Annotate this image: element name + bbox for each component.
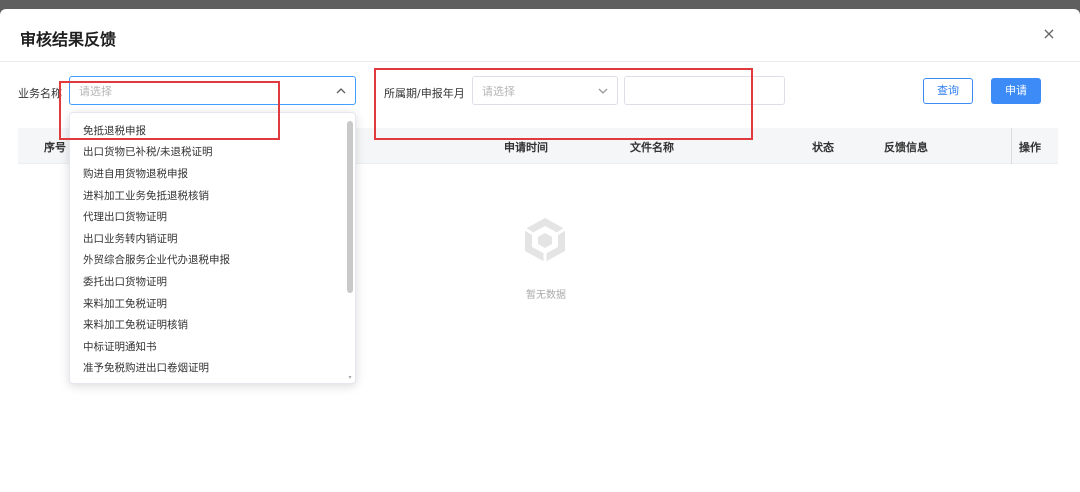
apply-button[interactable]: 申请 [991,78,1041,104]
audit-feedback-dialog: 审核结果反馈 × 业务名称 请选择 所属期/申报年月 请选择 查询 申请 序号 … [0,9,1080,492]
dialog-title: 审核结果反馈 [20,30,117,49]
column-header-apply-time: 申请时间 [504,141,548,154]
dropdown-option[interactable]: 出口业务转内销证明 [83,231,178,246]
dropdown-option[interactable]: 外贸综合服务企业代办退税申报 [83,252,230,267]
column-header-actions: 操作 [1019,141,1041,154]
column-divider [1011,128,1012,164]
dropdown-option[interactable]: 中标证明通知书 [83,339,157,354]
dropdown-option[interactable]: 代理出口货物证明 [83,209,167,224]
column-header-feedback: 反馈信息 [884,141,928,154]
column-header-status: 状态 [812,141,834,154]
column-header-file-name: 文件名称 [630,141,674,154]
title-divider [0,61,1080,62]
annotation-box-business [59,81,280,140]
chevron-down-icon[interactable]: ▾ [347,375,353,381]
query-button[interactable]: 查询 [923,78,973,104]
dropdown-option[interactable]: 出口货物已补税/未退税证明 [83,144,213,159]
chevron-up-icon [336,88,346,94]
dropdown-scrollbar[interactable] [347,121,353,293]
empty-state-text: 暂无数据 [526,290,566,301]
business-name-dropdown: 免抵退税申报 出口货物已补税/未退税证明 购进自用货物退税申报 进料加工业务免抵… [69,112,356,384]
dropdown-option[interactable]: 购进自用货物退税申报 [83,166,188,181]
annotation-box-period [374,68,753,140]
dropdown-option[interactable]: 进料加工业务免抵退税核销 [83,188,209,203]
dropdown-option[interactable]: 来料加工免税证明 [83,296,167,311]
business-name-label: 业务名称 [18,87,62,100]
empty-box-icon [524,218,566,262]
column-header-index: 序号 [44,141,66,154]
close-icon[interactable]: × [1040,25,1058,43]
dropdown-option[interactable]: 委托出口货物证明 [83,274,167,289]
dropdown-option[interactable]: 来料加工免税证明核销 [83,317,188,332]
dropdown-option[interactable]: 准予免税购进出口卷烟证明 [83,360,209,375]
